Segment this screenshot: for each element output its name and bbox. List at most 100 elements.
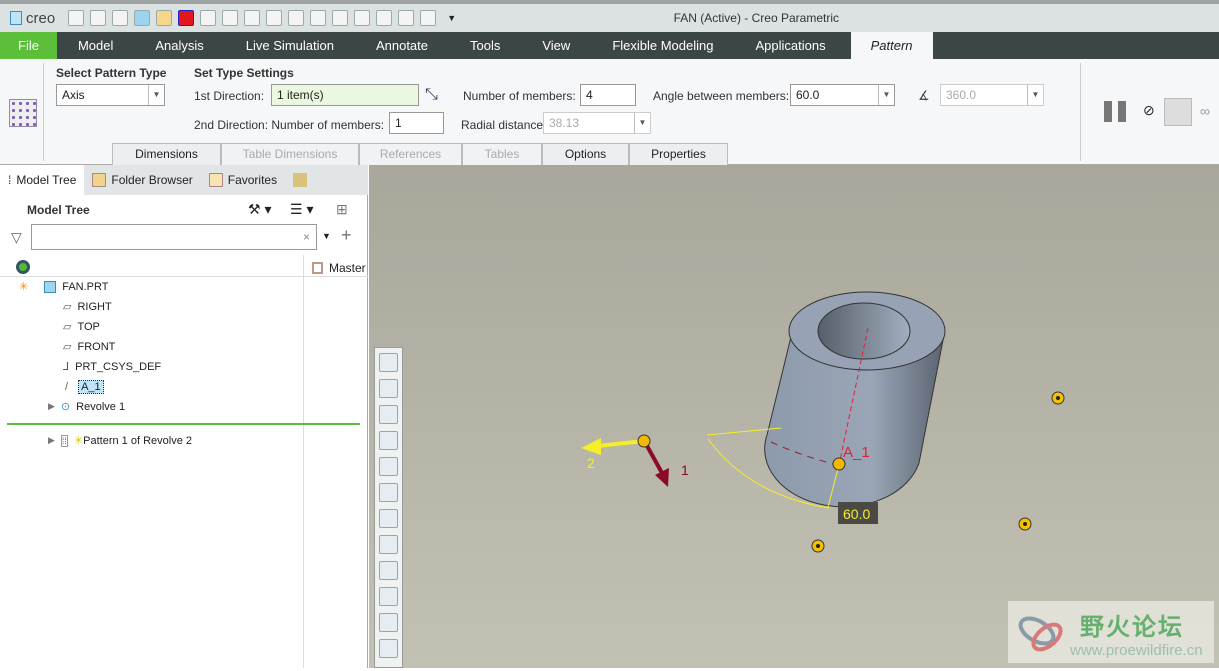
item-label: PRT_CSYS_DEF	[75, 360, 162, 373]
drag-handle[interactable]	[637, 434, 651, 448]
navigator-tabs: ⁞ Model Tree Folder Browser Favorites	[0, 165, 368, 195]
datum-display-icon[interactable]	[379, 613, 398, 632]
direction-1-arrow	[644, 443, 664, 474]
glasses-icon[interactable]: ∞	[1200, 103, 1210, 119]
insert-here-line[interactable]	[7, 423, 360, 425]
undo-icon[interactable]	[200, 10, 217, 26]
tab-annotate[interactable]: Annotate	[355, 32, 449, 59]
subtab-references[interactable]: References	[359, 143, 462, 165]
show-list-icon[interactable]: ☰ ▾	[290, 201, 313, 218]
switch-icon[interactable]	[420, 10, 437, 26]
revolve-icon: ⊙	[60, 401, 71, 413]
expand-arrow-icon[interactable]: ▶	[48, 401, 55, 412]
subtab-properties[interactable]: Properties	[629, 143, 728, 165]
tab-model[interactable]: Model	[57, 32, 134, 59]
tab-pattern[interactable]: Pattern	[850, 32, 933, 59]
members-input[interactable]: 4	[580, 84, 636, 106]
tree-item-csys[interactable]: ⅃ PRT_CSYS_DEF	[63, 360, 162, 374]
clear-icon[interactable]: ×	[303, 227, 310, 247]
spin-center-icon[interactable]	[379, 587, 398, 606]
members-label: Number of members:	[463, 89, 576, 103]
subtab-options[interactable]: Options	[542, 143, 629, 165]
ribbon-tabs: File Model Analysis Live Simulation Anno…	[0, 32, 1219, 59]
new-icon[interactable]	[68, 10, 85, 26]
graphics-window[interactable]: 2 1 A_1 60.0	[369, 165, 1219, 668]
erase-icon[interactable]	[332, 10, 349, 26]
tree-item-a1[interactable]: / A_1	[65, 380, 104, 394]
datum-axis-icon: /	[65, 381, 69, 393]
flip-direction-icon[interactable]: ⤡	[425, 86, 438, 104]
subtab-tables[interactable]: Tables	[462, 143, 542, 165]
zoom-in-icon[interactable]	[379, 379, 398, 398]
paste-icon[interactable]	[398, 10, 415, 26]
network-icon[interactable]	[354, 10, 371, 26]
tree-item-pattern-1[interactable]: ▶ ⁞⁞ ✳Pattern 1 of Revolve 2	[48, 434, 192, 447]
section-icon[interactable]	[379, 561, 398, 580]
copy-icon[interactable]	[376, 10, 393, 26]
check-icon[interactable]	[288, 10, 305, 26]
item-label: FRONT	[77, 340, 116, 353]
tree-item-revolve-1[interactable]: ▶ ⊙ Revolve 1	[48, 400, 125, 414]
close-window-icon[interactable]	[178, 10, 195, 26]
subtab-table-dimensions[interactable]: Table Dimensions	[221, 143, 359, 165]
tab-model-tree[interactable]: ⁞ Model Tree	[0, 165, 85, 195]
tree-item-right[interactable]: ▱ RIGHT	[63, 300, 112, 314]
model-graphics[interactable]: 2 1 A_1 60.0	[369, 165, 1219, 668]
tab-file[interactable]: File	[0, 32, 57, 59]
dir2-input[interactable]: 1	[389, 112, 444, 134]
chevron-down-icon: ▼	[148, 85, 164, 105]
pattern-type-select[interactable]: Axis ▼	[56, 84, 165, 106]
total-angle-input[interactable]: 360.0 ▼	[940, 84, 1044, 106]
tab-view[interactable]: View	[521, 32, 591, 59]
subtab-dimensions[interactable]: Dimensions	[112, 143, 221, 165]
chevron-down-icon: ▼	[878, 85, 894, 105]
binoculars-icon	[293, 173, 308, 187]
pause-icon[interactable]	[1104, 101, 1126, 122]
tab-search[interactable]	[285, 165, 315, 195]
angle-dimension[interactable]: 60.0	[843, 506, 870, 522]
save-icon[interactable]	[112, 10, 129, 26]
refit-icon[interactable]	[379, 353, 398, 372]
open-icon[interactable]	[90, 10, 107, 26]
tree-item-front[interactable]: ▱ FRONT	[63, 340, 116, 354]
angle-input[interactable]: 60.0 ▼	[790, 84, 895, 106]
redo-icon[interactable]	[222, 10, 239, 26]
tree-item-fan-prt[interactable]: ✳ FAN.PRT	[19, 280, 108, 293]
zoom-out-icon[interactable]	[379, 405, 398, 424]
tab-tools[interactable]: Tools	[449, 32, 521, 59]
tab-analysis[interactable]: Analysis	[134, 32, 224, 59]
dir1-collector[interactable]: 1 item(s)	[271, 84, 419, 106]
column-master[interactable]: Master	[312, 261, 366, 275]
add-icon[interactable]: +	[341, 225, 352, 246]
preview-icon[interactable]	[1164, 98, 1192, 126]
angle-extent-icon[interactable]: ∡	[918, 88, 930, 104]
pattern-member-handle[interactable]	[832, 457, 846, 471]
regenerate-icon[interactable]	[134, 10, 151, 26]
perspective-icon[interactable]	[379, 535, 398, 554]
tree-search-input[interactable]: ×	[31, 224, 317, 250]
tab-flexible-modeling[interactable]: Flexible Modeling	[591, 32, 734, 59]
datum-plane-icon: ▱	[63, 321, 72, 333]
saved-views-icon[interactable]	[379, 483, 398, 502]
window-icon[interactable]	[156, 10, 173, 26]
no-preview-icon[interactable]: ⊘	[1143, 102, 1155, 119]
expand-arrow-icon[interactable]: ▶	[48, 435, 55, 446]
tree-filter-icon[interactable]: ⊞	[336, 201, 348, 218]
tab-folder-browser[interactable]: Folder Browser	[84, 165, 200, 195]
settings-hammer-icon[interactable]: ⚒ ▾	[248, 201, 271, 218]
tab-applications[interactable]: Applications	[734, 32, 846, 59]
tab-live-simulation[interactable]: Live Simulation	[225, 32, 355, 59]
tree-item-top[interactable]: ▱ TOP	[63, 320, 100, 334]
tab-favorites[interactable]: Favorites	[201, 165, 285, 195]
close-icon[interactable]	[310, 10, 327, 26]
new-star-icon: ✳	[73, 435, 84, 447]
view-manager-icon[interactable]	[379, 509, 398, 528]
annotation-display-icon[interactable]	[379, 639, 398, 658]
windows-icon[interactable]	[266, 10, 283, 26]
radial-input[interactable]: 38.13 ▼	[543, 112, 651, 134]
display-style-icon[interactable]	[379, 457, 398, 476]
repaint-icon[interactable]	[379, 431, 398, 450]
regen-icon[interactable]	[244, 10, 261, 26]
customize-dropdown-icon[interactable]: ▼	[447, 13, 456, 23]
search-options-dropdown[interactable]: ▼	[322, 231, 331, 241]
